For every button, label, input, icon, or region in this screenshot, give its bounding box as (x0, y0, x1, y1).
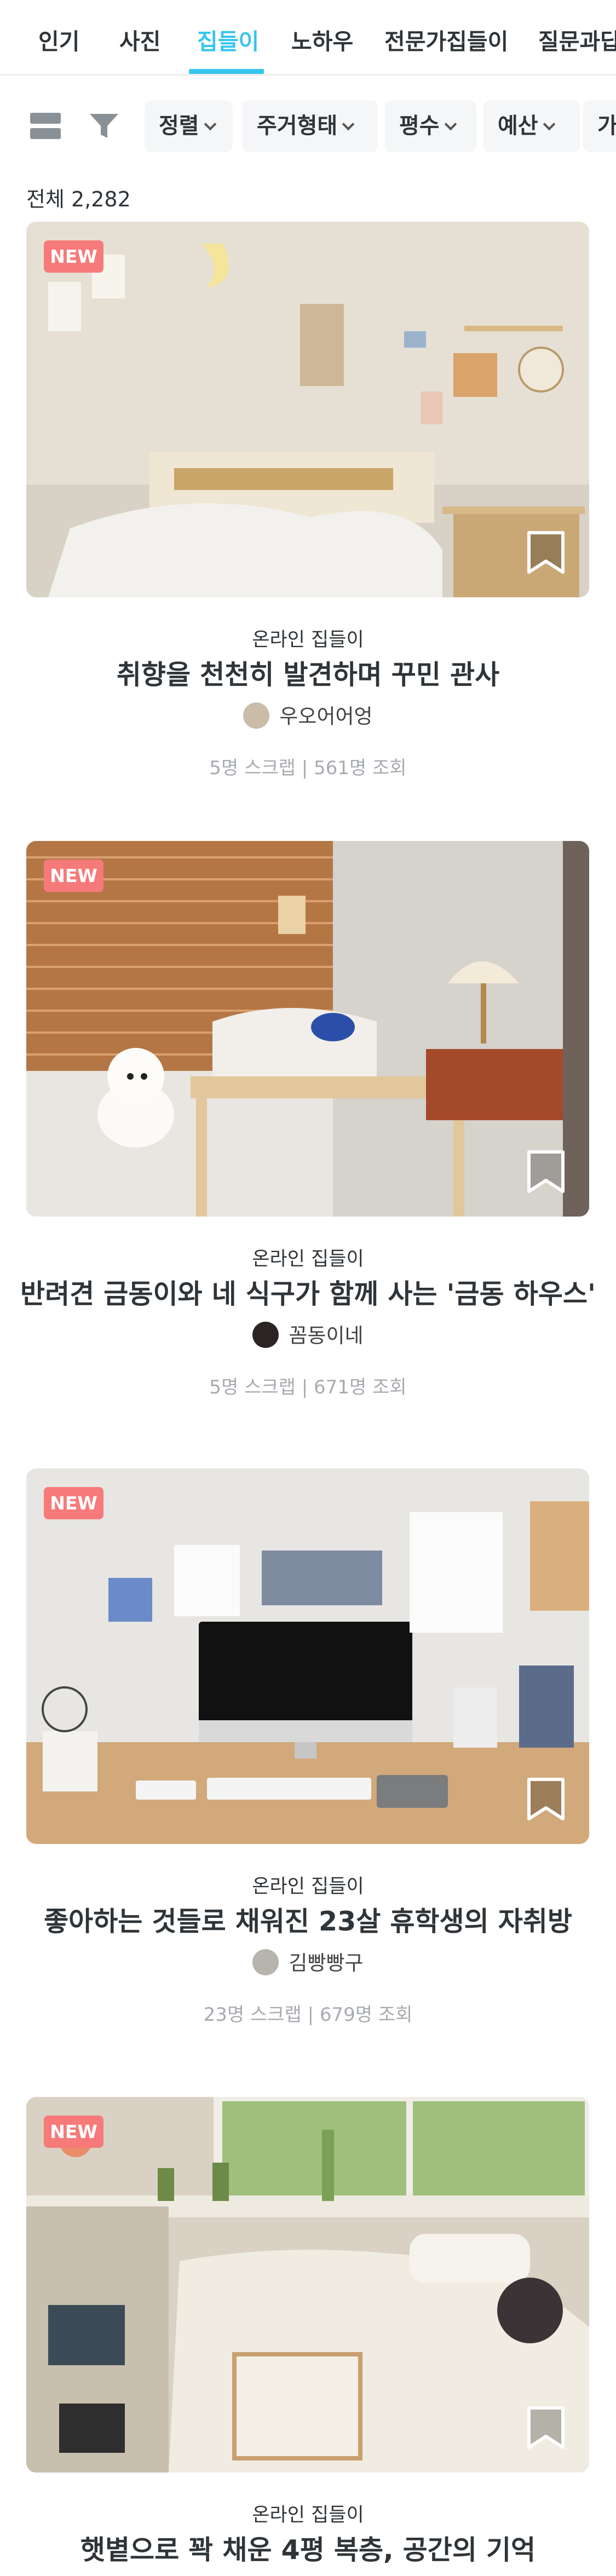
active-tab-indicator (189, 69, 264, 74)
filter-sort-label: 정렬 (159, 113, 199, 139)
filter-budget-label: 예산 (498, 113, 538, 139)
card-category: 온라인 집들이 (252, 629, 364, 651)
dog-bedroom-photo (26, 841, 589, 1217)
bedroom-photo (26, 222, 589, 597)
bookmark-icon[interactable] (526, 1150, 566, 1194)
card-thumbnail[interactable]: NEW (26, 222, 589, 597)
card-thumbnail[interactable]: NEW (26, 841, 589, 1217)
card-stats: 5명 스크랩 | 671명 조회 (209, 1376, 407, 1398)
card-author[interactable]: 꼼동이네 (0, 1319, 616, 1350)
bookmark-icon[interactable] (526, 2406, 566, 2450)
card-title[interactable]: 반려견 금동이와 네 식구가 함께 사는 '금동 하우스' (0, 1272, 616, 1311)
filter-housing-type[interactable]: 주거형태 (243, 100, 378, 152)
desk-photo (26, 1468, 589, 1844)
filter-size[interactable]: 평수 (385, 100, 476, 152)
card-title[interactable]: 취향을 천천히 발견하며 꾸민 관사 (0, 653, 616, 692)
category-tabs: 인기 사진 집들이 노하우 전문가집들이 질문과답 (0, 0, 616, 76)
tab-expert-housewarming[interactable]: 전문가집들이 (384, 23, 508, 56)
author-name: 꼼동이네 (289, 1324, 364, 1347)
new-badge: NEW (44, 2116, 103, 2148)
chevron-down-icon (543, 118, 555, 131)
filter-sort[interactable]: 정렬 (145, 100, 233, 152)
avatar (243, 702, 270, 729)
new-badge: NEW (44, 860, 103, 892)
author-name: 우오어어엉 (279, 705, 373, 728)
filter-bar: 정렬 주거형태 평수 예산 가족형태 (0, 97, 616, 152)
card-title[interactable]: 좋아하는 것들로 채워진 23살 휴학생의 자취방 (0, 1900, 616, 1939)
tab-qna[interactable]: 질문과답 (538, 23, 616, 56)
card-category: 온라인 집들이 (252, 2504, 364, 2526)
avatar (252, 1321, 279, 1348)
chevron-down-icon (342, 118, 355, 131)
bookmark-icon[interactable] (526, 1777, 566, 1821)
card-thumbnail[interactable]: NEW (26, 1468, 589, 1844)
filter-icon[interactable] (88, 112, 120, 140)
chevron-down-icon (444, 118, 457, 131)
new-badge: NEW (44, 240, 103, 273)
tab-photos[interactable]: 사진 (119, 23, 160, 56)
tab-popular[interactable]: 인기 (38, 23, 79, 56)
grid-view-icon[interactable] (30, 113, 61, 139)
author-name: 김빵빵구 (289, 1951, 364, 1975)
total-count: 전체 2,282 (26, 187, 131, 211)
card-stats: 5명 스크랩 | 561명 조회 (209, 757, 407, 779)
card-author[interactable]: 김빵빵구 (0, 1946, 616, 1978)
new-badge: NEW (44, 1487, 103, 1519)
filter-family-type-label: 가족형태 (597, 113, 616, 139)
avatar (252, 1949, 279, 1975)
filter-housing-type-label: 주거형태 (257, 113, 338, 139)
card-thumbnail[interactable]: NEW (26, 2097, 589, 2473)
filter-family-type[interactable]: 가족형태 (583, 100, 616, 152)
filter-budget[interactable]: 예산 (483, 100, 580, 152)
chevron-down-icon (204, 118, 216, 131)
filter-size-label: 평수 (399, 113, 440, 139)
card-title[interactable]: 햇볕으로 꽉 채운 4평 복층, 공간의 기억 (0, 2528, 616, 2567)
card-category: 온라인 집들이 (252, 1248, 364, 1270)
card-stats: 23명 스크랩 | 679명 조회 (203, 2004, 413, 2026)
loft-photo (26, 2097, 589, 2473)
bookmark-icon[interactable] (526, 531, 566, 574)
card-author[interactable]: 우오어어엉 (0, 700, 616, 731)
tab-housewarming[interactable]: 집들이 (197, 23, 259, 56)
tab-knowhow[interactable]: 노하우 (291, 23, 353, 56)
card-category: 온라인 집들이 (252, 1876, 364, 1898)
